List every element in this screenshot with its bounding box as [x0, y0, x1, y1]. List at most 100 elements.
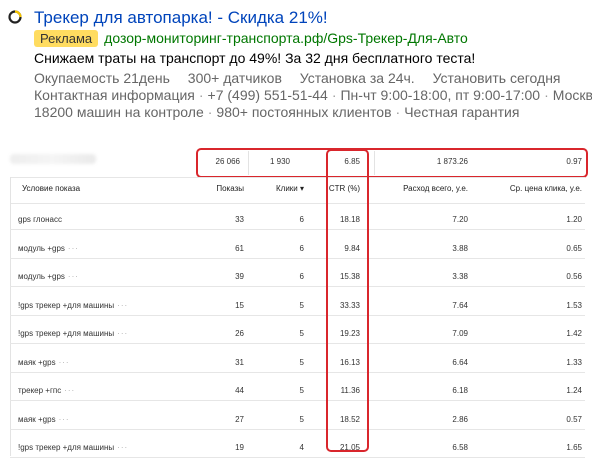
cell-condition[interactable]: маяк +gps ··· — [18, 358, 70, 367]
cell-clicks: 5 — [299, 301, 304, 310]
cell-cost: 3.88 — [452, 244, 468, 253]
row-divider — [10, 372, 585, 373]
cell-impressions: 33 — [235, 215, 244, 224]
column-divider — [248, 151, 249, 175]
condition-text: !gps трекер +для машины — [18, 301, 115, 310]
cell-clicks: 6 — [299, 244, 304, 253]
city: Москва — [552, 87, 592, 103]
sitelink-install[interactable]: Установка за 24ч. — [300, 70, 415, 86]
cell-condition[interactable]: !gps трекер +для машины ··· — [18, 301, 128, 310]
callout-guarantee: Честная гарантия — [404, 104, 520, 120]
ad-meta-row: Реклама дозор-мониторинг-транспорта.рф/G… — [34, 29, 468, 47]
sitelink-install-today[interactable]: Установить сегодня — [433, 70, 561, 86]
more-options-icon[interactable]: ··· — [59, 358, 70, 367]
row-divider — [10, 229, 585, 230]
table-left-border — [10, 177, 11, 456]
cell-impressions: 61 — [235, 244, 244, 253]
stats-table: 26 066 1 930 6.85 1 873.26 0.97 Условие … — [0, 145, 592, 458]
working-hours: Пн-чт 9:00-18:00, пт 9:00-17:00 — [340, 87, 541, 103]
cell-cpc: 0.65 — [566, 244, 582, 253]
separator: · — [544, 87, 549, 103]
cell-impressions: 44 — [235, 386, 244, 395]
cell-condition[interactable]: !gps трекер +для машины ··· — [18, 329, 128, 338]
cell-impressions: 27 — [235, 415, 244, 424]
cell-clicks: 6 — [299, 215, 304, 224]
ctr-column-highlight — [326, 149, 369, 452]
blurred-label — [10, 154, 96, 164]
cell-cpc: 1.33 — [566, 358, 582, 367]
more-options-icon[interactable]: ··· — [68, 272, 79, 281]
cell-impressions: 15 — [235, 301, 244, 310]
more-options-icon[interactable]: ··· — [117, 329, 128, 338]
sitelink-payback[interactable]: Окупаемость 21день — [34, 70, 170, 86]
cell-cost: 7.20 — [452, 215, 468, 224]
row-divider — [10, 343, 585, 344]
more-options-icon[interactable]: ··· — [64, 386, 75, 395]
header-cost[interactable]: Расход всего, у.е. — [380, 184, 468, 193]
cell-cpc: 0.57 — [566, 415, 582, 424]
row-divider — [10, 258, 585, 259]
cell-condition[interactable]: трекер +гпс ··· — [18, 386, 75, 395]
sitelink-sensors[interactable]: 300+ датчиков — [188, 70, 282, 86]
condition-text: модуль +gps — [18, 272, 65, 281]
cell-condition[interactable]: !gps трекер +для машины ··· — [18, 443, 128, 452]
search-ad: Трекер для автопарка! - Скидка 21%! Рекл… — [0, 0, 592, 130]
contact-info-link[interactable]: Контактная информация — [34, 87, 195, 103]
header-clicks-sorted[interactable]: Клики ▾ — [260, 184, 304, 193]
condition-text: маяк +gps — [18, 358, 56, 367]
more-options-icon[interactable]: ··· — [117, 301, 128, 310]
condition-text: модуль +gps — [18, 244, 65, 253]
ad-title-link[interactable]: Трекер для автопарка! - Скидка 21%! — [34, 8, 328, 28]
cell-impressions: 19 — [235, 443, 244, 452]
header-condition[interactable]: Условие показа — [22, 184, 80, 193]
more-options-icon[interactable]: ··· — [59, 415, 70, 424]
cell-clicks: 5 — [299, 358, 304, 367]
ad-contacts-row: Контактная информация · +7 (499) 551-51-44… — [34, 87, 592, 103]
cell-condition[interactable]: модуль +gps ··· — [18, 272, 79, 281]
total-impressions: 26 066 — [215, 157, 240, 166]
separator: · — [207, 104, 213, 120]
cell-clicks: 5 — [299, 386, 304, 395]
divider — [10, 203, 585, 204]
cell-clicks: 6 — [299, 272, 304, 281]
cell-cpc: 1.42 — [566, 329, 582, 338]
cell-condition[interactable]: маяк +gps ··· — [18, 415, 70, 424]
cell-condition[interactable]: gps глонасс — [18, 215, 62, 224]
cell-clicks: 5 — [299, 329, 304, 338]
ad-url-link[interactable]: дозор-мониторинг-транспорта.рф/Gps-Треке… — [104, 30, 468, 46]
divider — [10, 177, 585, 178]
ad-callouts-row: 18200 машин на контроле · 980+ постоянных … — [34, 104, 519, 120]
column-divider — [374, 151, 375, 175]
cell-impressions: 26 — [235, 329, 244, 338]
cell-cpc: 1.65 — [566, 443, 582, 452]
separator: · — [198, 87, 204, 103]
cell-impressions: 31 — [235, 358, 244, 367]
header-cpc[interactable]: Ср. цена клика, у.е. — [480, 184, 582, 193]
cell-cost: 7.64 — [452, 301, 468, 310]
cell-cost: 7.09 — [452, 329, 468, 338]
ad-badge: Реклама — [34, 29, 99, 47]
cell-cost: 3.38 — [452, 272, 468, 281]
total-cpc: 0.97 — [566, 157, 582, 166]
callout-cars: 18200 машин на контроле — [34, 104, 204, 120]
more-options-icon[interactable]: ··· — [68, 244, 79, 253]
separator: · — [395, 104, 401, 120]
callout-clients: 980+ постоянных клиентов — [216, 104, 392, 120]
cell-clicks: 4 — [299, 443, 304, 452]
cell-cost: 6.18 — [452, 386, 468, 395]
cell-cost: 6.58 — [452, 443, 468, 452]
more-options-icon[interactable]: ··· — [117, 443, 128, 452]
cell-clicks: 5 — [299, 415, 304, 424]
condition-text: !gps трекер +для машины — [18, 329, 115, 338]
cell-cost: 6.64 — [452, 358, 468, 367]
header-impressions[interactable]: Показы — [200, 184, 244, 193]
phone-number[interactable]: +7 (499) 551-51-44 — [208, 87, 328, 103]
cell-cpc: 1.24 — [566, 386, 582, 395]
condition-text: gps глонасс — [18, 215, 62, 224]
total-clicks: 1 930 — [269, 157, 290, 166]
row-divider — [10, 429, 585, 430]
cell-cpc: 1.20 — [566, 215, 582, 224]
row-divider — [10, 315, 585, 316]
row-divider — [10, 400, 585, 401]
cell-condition[interactable]: модуль +gps ··· — [18, 244, 79, 253]
